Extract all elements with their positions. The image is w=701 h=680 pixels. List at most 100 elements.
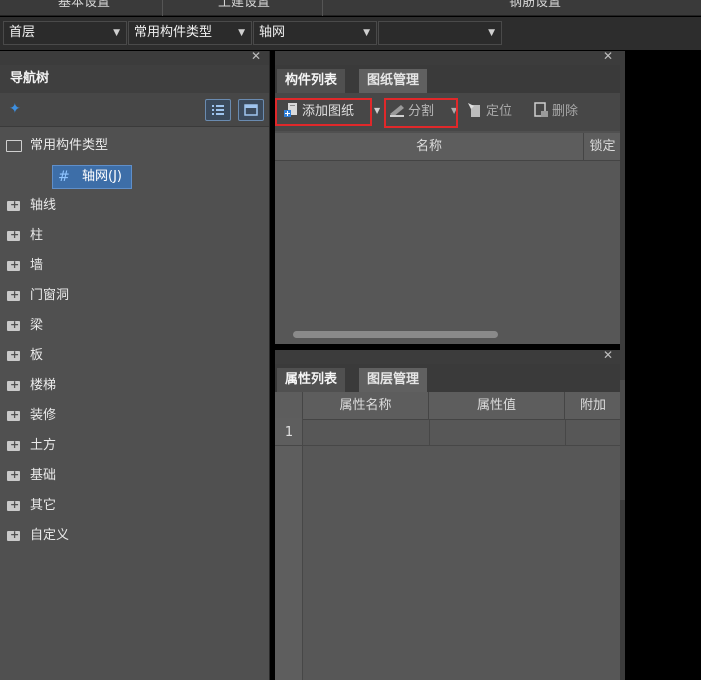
column-header-lock[interactable]: 锁定 [584, 133, 621, 161]
expand-icon[interactable] [7, 494, 20, 516]
tab-component-list[interactable]: 构件列表 [277, 69, 346, 93]
ribbon-tab-rebar-settings[interactable]: 钢筋设置 [503, 0, 567, 16]
expand-icon[interactable] [7, 464, 20, 486]
tree-item[interactable]: 轴线 [0, 194, 260, 217]
close-icon[interactable]: ✕ [251, 49, 261, 63]
row-header-column [275, 418, 303, 680]
tree-item[interactable]: 梁 [0, 314, 260, 337]
nav-toolbar: ✦ [0, 93, 269, 127]
column-header-property-name[interactable]: 属性名称 [303, 392, 429, 420]
grid-icon: # [58, 169, 70, 185]
tree-item-label: 基础 [30, 468, 57, 483]
expand-icon[interactable] [7, 254, 20, 276]
tree-item-label: 墙 [30, 258, 44, 273]
table-row[interactable]: 1 [275, 420, 621, 446]
chevron-down-icon[interactable]: ▼ [374, 106, 380, 115]
chevron-down-icon: ▼ [488, 28, 495, 38]
ribbon-separator [322, 0, 323, 16]
column-header-property-value[interactable]: 属性值 [429, 392, 565, 420]
expand-icon[interactable] [7, 524, 20, 546]
window-icon [244, 104, 258, 116]
tree-item-axis-grid-selected[interactable]: # 轴网(J) [52, 165, 132, 189]
component-select-value: 轴网 [259, 25, 286, 40]
tree-item-label: 装修 [30, 408, 57, 423]
tree-item-label: 门窗洞 [30, 288, 70, 303]
splitter[interactable] [620, 51, 625, 680]
chevron-down-icon: ▼ [363, 28, 370, 38]
tree-item-label: 土方 [30, 438, 57, 453]
expand-icon[interactable] [7, 284, 20, 306]
property-grid-body [275, 420, 621, 680]
tree-item[interactable]: 墙 [0, 254, 260, 277]
ribbon-tab-civil-settings[interactable]: 土建设置 [212, 0, 276, 16]
tree-item-label: 自定义 [30, 528, 70, 543]
tree-item[interactable]: 门窗洞 [0, 284, 260, 307]
tree-root-label: 常用构件类型 [30, 138, 109, 153]
list-view-button[interactable] [205, 99, 231, 121]
component-type-select[interactable]: 常用构件类型 ▼ [128, 21, 252, 45]
tree-item-label: 柱 [30, 228, 44, 243]
expand-icon[interactable] [7, 344, 20, 366]
chevron-down-icon: ▼ [238, 28, 245, 38]
component-select[interactable]: 轴网 ▼ [253, 21, 377, 45]
property-grid-header: 属性名称 属性值 附加 [275, 392, 621, 420]
cell-divider [565, 420, 566, 446]
component-grid-body [275, 161, 621, 344]
delete-button[interactable]: 删除 [533, 101, 578, 123]
tree-item[interactable]: 装修 [0, 404, 260, 427]
delete-label: 删除 [552, 104, 579, 119]
tree-item[interactable]: 其它 [0, 494, 260, 517]
component-tabs: 构件列表 图纸管理 [275, 65, 621, 93]
ribbon-separator [162, 0, 163, 16]
property-tabs: 属性列表 图层管理 [275, 364, 621, 392]
delete-icon [534, 102, 548, 117]
panel-header-strip: ✕ [275, 348, 621, 364]
sub-component-select[interactable]: ▼ [378, 21, 502, 45]
sparkle-icon[interactable]: ✦ [9, 101, 21, 117]
expand-icon[interactable] [7, 434, 20, 456]
expand-icon[interactable] [7, 224, 20, 246]
tab-drawing-management[interactable]: 图纸管理 [359, 69, 428, 93]
panel-header-strip: ✕ [275, 49, 621, 65]
tree-root-common-types[interactable]: 常用构件类型 [0, 135, 260, 157]
tree-item[interactable]: 柱 [0, 224, 260, 247]
tree-item-label: 楼梯 [30, 378, 57, 393]
tree-item-label: 梁 [30, 318, 44, 333]
highlight-add-drawing [275, 98, 372, 126]
navigation-panel: ✕ 导航树 ✦ 常用构件类型 # 轴网(J) 轴线柱墙门窗洞梁板楼梯装修土方基础… [0, 49, 270, 680]
tree-item[interactable]: 基础 [0, 464, 260, 487]
component-list-panel: ✕ 构件列表 图纸管理 添加图纸 ▼ 分割 ▼ 定位 删除 名称 锁定 [275, 49, 621, 344]
close-icon[interactable]: ✕ [603, 49, 613, 63]
highlight-split [384, 98, 458, 128]
column-header-name[interactable]: 名称 [275, 133, 584, 161]
ribbon-tab-basic-settings[interactable]: 基本设置 [52, 0, 116, 16]
tree-item-label: 其它 [30, 498, 57, 513]
tab-layer-management[interactable]: 图层管理 [359, 368, 428, 392]
expand-icon[interactable] [7, 374, 20, 396]
property-panel: ✕ 属性列表 图层管理 属性名称 属性值 附加 1 [275, 348, 621, 680]
splitter-handle[interactable] [620, 380, 625, 500]
floor-select[interactable]: 首层 ▼ [3, 21, 127, 45]
panel-view-button[interactable] [238, 99, 264, 121]
column-header-extra[interactable]: 附加 [565, 392, 621, 420]
expand-icon[interactable] [7, 404, 20, 426]
tab-property-list[interactable]: 属性列表 [277, 368, 346, 392]
locate-button[interactable]: 定位 [467, 101, 512, 123]
drawing-toolbar: 添加图纸 ▼ 分割 ▼ 定位 删除 [275, 93, 621, 131]
expand-icon[interactable] [7, 194, 20, 216]
tree-item-label: 板 [30, 348, 44, 363]
tree-item[interactable]: 自定义 [0, 524, 260, 547]
row-number: 1 [284, 425, 294, 440]
component-type-select-value: 常用构件类型 [134, 25, 213, 40]
tree-item[interactable]: 楼梯 [0, 374, 260, 397]
cell-divider [429, 420, 430, 446]
locate-icon [468, 103, 480, 117]
horizontal-scrollbar[interactable] [293, 331, 498, 338]
tree-item[interactable]: 土方 [0, 434, 260, 457]
selector-bar: 首层 ▼ 常用构件类型 ▼ 轴网 ▼ ▼ [0, 17, 701, 50]
close-icon[interactable]: ✕ [603, 348, 613, 362]
expand-icon[interactable] [7, 314, 20, 336]
tree-item-label: 轴网(J) [82, 169, 122, 184]
tree-item[interactable]: 板 [0, 344, 260, 367]
panel-header-strip: ✕ [0, 49, 269, 65]
